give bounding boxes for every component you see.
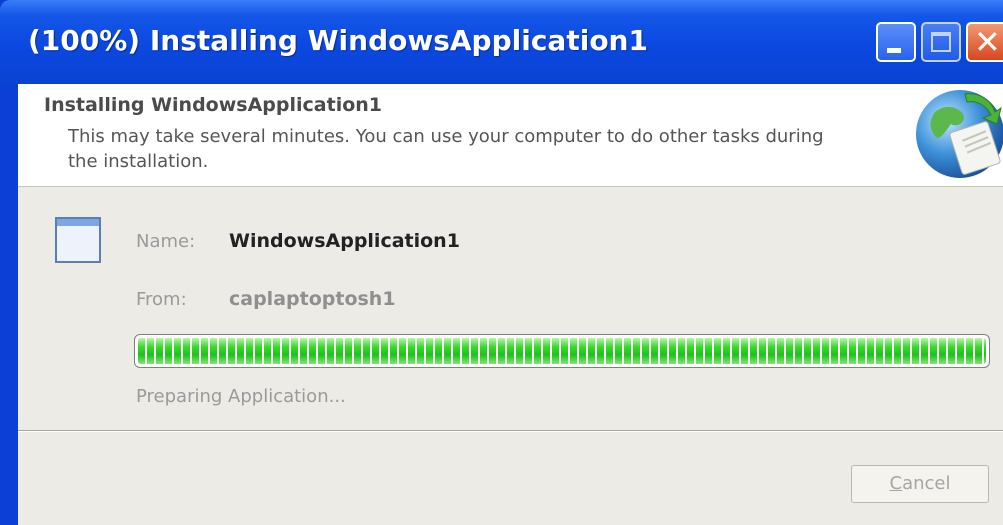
application-window-icon — [55, 217, 101, 263]
close-button[interactable]: ✕ — [966, 22, 1003, 62]
progress-bar — [134, 334, 990, 368]
maximize-button[interactable] — [921, 22, 961, 62]
globe-install-icon — [916, 90, 1003, 178]
name-label: Name: — [136, 231, 196, 252]
name-value: WindowsApplication1 — [229, 230, 460, 252]
header-title: Installing WindowsApplication1 — [44, 94, 383, 116]
installer-window: (100%) Installing WindowsApplication1 ✕ … — [0, 0, 1003, 525]
cancel-mnemonic: C — [889, 473, 903, 494]
status-text: Preparing Application... — [136, 386, 346, 407]
close-icon: ✕ — [974, 23, 1001, 61]
title-bar[interactable]: (100%) Installing WindowsApplication1 ✕ — [0, 0, 1003, 84]
progress-fill — [138, 338, 986, 364]
from-value: caplaptoptosh1 — [229, 288, 396, 310]
header-description: This may take several minutes. You can u… — [68, 126, 824, 172]
window-title: (100%) Installing WindowsApplication1 — [28, 24, 648, 57]
cancel-label: ancel — [902, 473, 951, 494]
dialog-body: Installing WindowsApplication1 This may … — [18, 84, 1003, 525]
divider — [18, 430, 1003, 432]
from-label: From: — [136, 289, 187, 310]
cancel-button[interactable]: Cancel — [851, 465, 989, 503]
maximize-icon — [931, 32, 951, 52]
minimize-icon — [887, 48, 901, 53]
minimize-button[interactable] — [876, 22, 916, 62]
header-banner: Installing WindowsApplication1 This may … — [18, 84, 1003, 187]
